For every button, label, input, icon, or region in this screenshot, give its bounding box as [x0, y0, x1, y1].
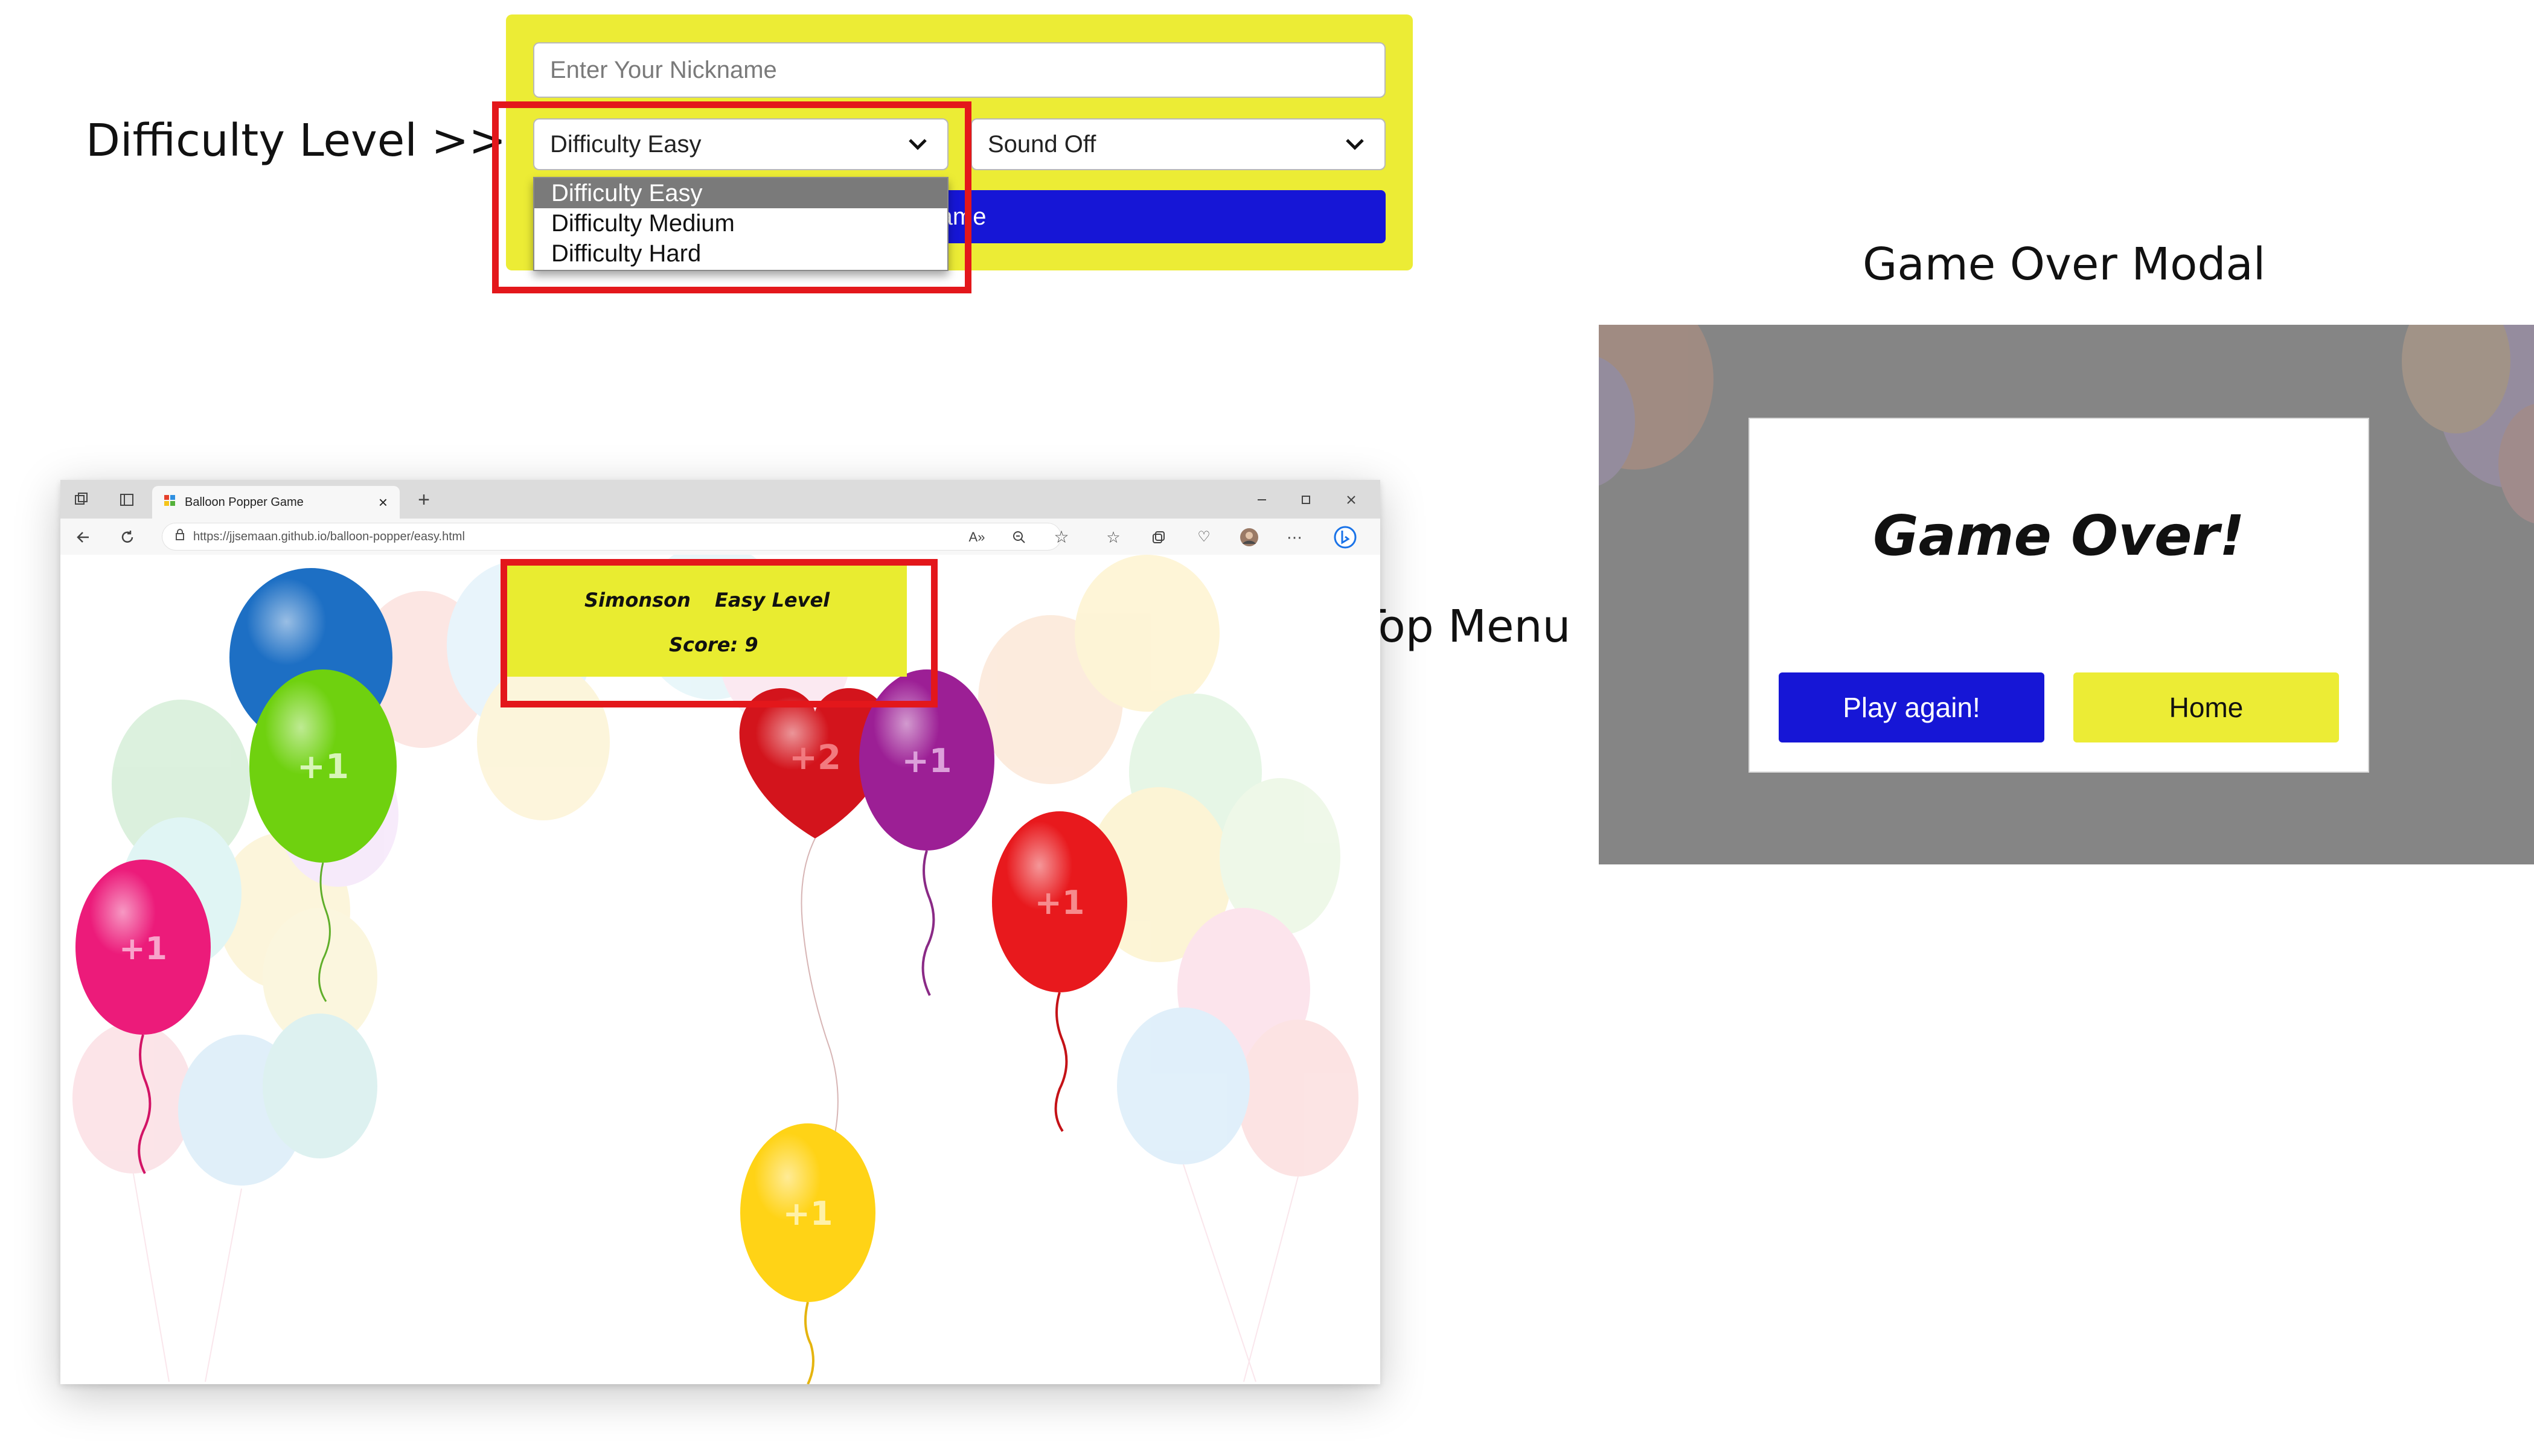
sound-select[interactable]: Sound Off: [971, 118, 1386, 170]
balloon-green-label: +1: [297, 747, 349, 787]
balloon-purple-label: +1: [902, 742, 952, 780]
close-icon[interactable]: [1342, 491, 1360, 509]
read-aloud-icon[interactable]: A»: [967, 528, 987, 547]
new-tab-icon[interactable]: +: [414, 490, 434, 510]
favorites-icon[interactable]: ☆: [1104, 528, 1123, 547]
zoom-icon[interactable]: [1009, 528, 1029, 547]
favorite-star-icon[interactable]: ☆: [1052, 528, 1071, 547]
workspaces-icon[interactable]: [72, 491, 91, 509]
balloon-red[interactable]: +1: [992, 811, 1127, 1132]
refresh-icon[interactable]: [118, 528, 137, 547]
maximize-icon[interactable]: [1297, 491, 1315, 509]
more-icon[interactable]: ⋯: [1285, 528, 1304, 547]
bing-icon[interactable]: [1333, 525, 1357, 549]
favicon-icon: [163, 494, 176, 511]
sound-selected-value: Sound Off: [988, 130, 1096, 158]
balloon-yellow-label: +1: [783, 1195, 833, 1233]
tab-bar: Balloon Popper Game × +: [60, 480, 1380, 519]
url-text: https://jjsemaan.github.io/balloon-poppe…: [193, 529, 465, 543]
back-arrow-icon[interactable]: [74, 528, 93, 547]
profile-avatar[interactable]: [1239, 527, 1259, 548]
chevron-down-icon: [1341, 130, 1369, 158]
nickname-placeholder: Enter Your Nickname: [550, 56, 777, 83]
difficulty-highlight-box: [492, 101, 971, 293]
game-over-modal: Game Over! Play again! Home: [1750, 419, 2368, 771]
balloon-red-label: +1: [1035, 884, 1085, 922]
tab-actions-icon[interactable]: [118, 491, 136, 509]
home-button[interactable]: Home: [2073, 672, 2339, 742]
game-over-title: Game Over!: [1873, 503, 2245, 568]
minimize-icon[interactable]: [1253, 491, 1271, 509]
browser-toolbar: https://jjsemaan.github.io/balloon-poppe…: [60, 519, 1380, 555]
address-bar[interactable]: https://jjsemaan.github.io/balloon-poppe…: [162, 523, 1061, 551]
lock-icon: [175, 529, 185, 544]
close-tab-icon[interactable]: ×: [379, 493, 388, 512]
game-over-overlay: Game Over! Play again! Home: [1599, 325, 2534, 864]
balloon-yellow[interactable]: +1: [740, 1123, 875, 1384]
difficulty-level-annotation: Difficulty Level >>>: [86, 115, 544, 167]
collections-icon[interactable]: [1149, 528, 1168, 547]
balloon-purple[interactable]: +1: [859, 669, 994, 996]
game-over-modal-annotation: Game Over Modal: [1863, 238, 2266, 290]
top-menu-highlight-box: [501, 559, 938, 707]
balloon-pink-label: +1: [119, 931, 167, 967]
tab-title: Balloon Popper Game: [185, 495, 304, 509]
play-again-button[interactable]: Play again!: [1779, 672, 2044, 742]
extensions-icon[interactable]: ♡: [1194, 528, 1214, 547]
tab-balloon-popper[interactable]: Balloon Popper Game ×: [152, 486, 400, 519]
balloon-red-heart-label: +2: [789, 738, 841, 777]
nickname-input[interactable]: Enter Your Nickname: [533, 42, 1386, 98]
